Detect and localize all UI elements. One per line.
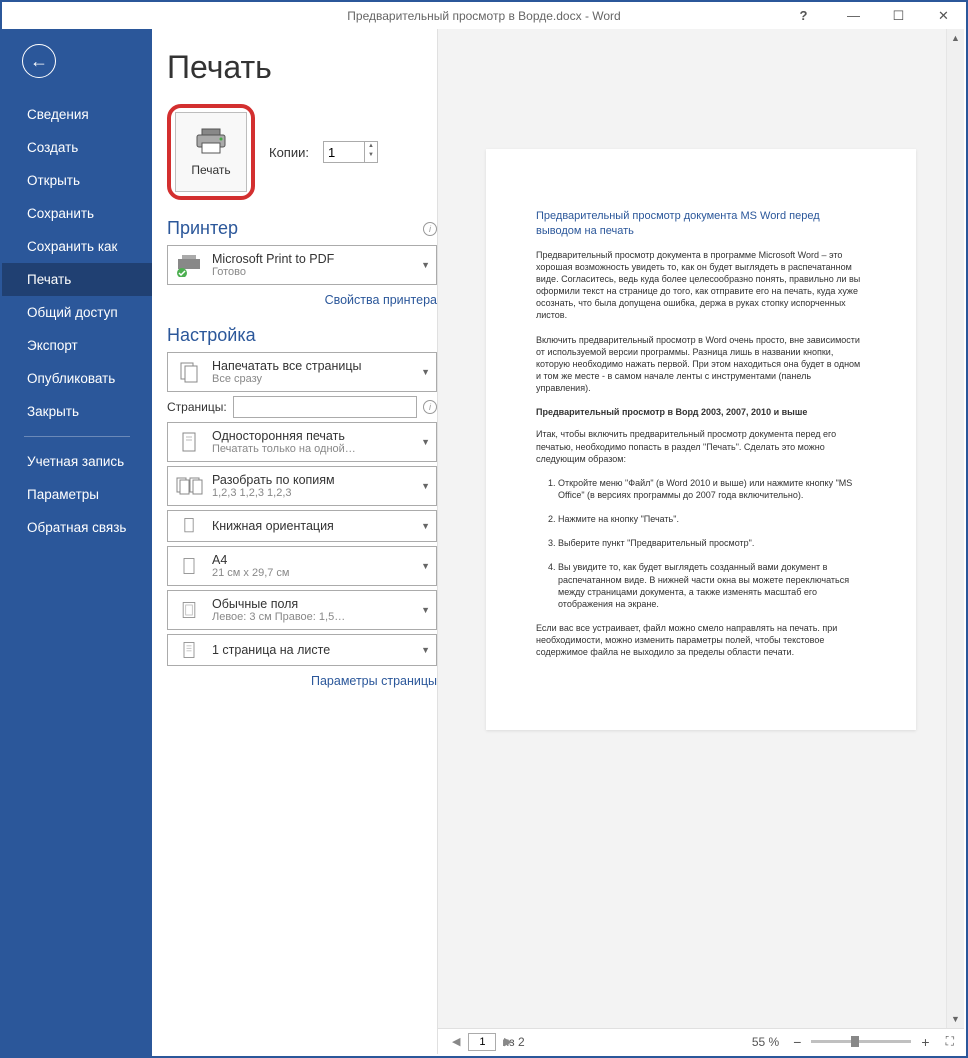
copies-label: Копии: (269, 145, 309, 160)
sidebar-item-save[interactable]: Сохранить (2, 197, 152, 230)
doc-list-item: Нажмите на кнопку "Печать". (558, 513, 866, 525)
back-button[interactable]: ← (22, 44, 56, 78)
info-icon[interactable]: i (423, 222, 437, 236)
back-arrow-icon: ← (30, 51, 48, 72)
help-icon[interactable]: ? (781, 2, 826, 29)
margins-icon (174, 595, 204, 625)
printer-properties-link[interactable]: Свойства принтера (167, 289, 437, 317)
chevron-down-icon: ▼ (415, 645, 430, 655)
printer-icon (193, 127, 229, 155)
one-sided-icon (174, 427, 204, 457)
chevron-down-icon: ▼ (415, 605, 430, 615)
print-settings-panel: Печать Печать Копии: (152, 29, 437, 1056)
sidebar-item-publish[interactable]: Опубликовать (2, 362, 152, 395)
doc-heading: Предварительный просмотр документа MS Wo… (536, 209, 866, 239)
titlebar: Предварительный просмотр в Ворде.docx - … (2, 2, 966, 29)
margins-selector[interactable]: Обычные поля Левое: 3 см Правое: 1,5… ▼ (167, 590, 437, 630)
doc-list-item: Вы увидите то, как будет выглядеть созда… (558, 561, 866, 610)
doc-list-item: Выберите пункт "Предварительный просмотр… (558, 537, 866, 549)
sidebar-item-close[interactable]: Закрыть (2, 395, 152, 428)
scroll-up-icon[interactable]: ▲ (947, 29, 964, 47)
print-button-label: Печать (191, 163, 230, 177)
chevron-down-icon: ▼ (415, 481, 430, 491)
doc-subheading: Предварительный просмотр в Ворд 2003, 20… (536, 406, 866, 418)
pages-icon (174, 357, 204, 387)
fit-to-page-icon[interactable]: ⛶ (946, 1034, 954, 1049)
paper-size-selector[interactable]: A4 21 см x 29,7 см ▼ (167, 546, 437, 586)
settings-section-header: Настройка (167, 325, 437, 346)
maximize-button[interactable]: ☐ (876, 2, 921, 29)
doc-paragraph: Итак, чтобы включить предварительный про… (536, 428, 866, 464)
doc-paragraph: Предварительный просмотр документа в про… (536, 249, 866, 322)
info-icon[interactable]: i (423, 400, 437, 414)
backstage-sidebar: ← Сведения Создать Открыть Сохранить Сох… (2, 29, 152, 1056)
printer-status: Готово (212, 266, 415, 278)
print-range-selector[interactable]: Напечатать все страницы Все сразу ▼ (167, 352, 437, 392)
pages-label: Страницы: (167, 400, 227, 414)
window-controls: ? — ☐ ✕ (781, 2, 966, 29)
doc-paragraph: Если вас все устраивает, файл можно смел… (536, 622, 866, 658)
doc-list-item: Откройте меню "Файл" (в Word 2010 и выше… (558, 477, 866, 501)
sidebar-item-options[interactable]: Параметры (2, 478, 152, 511)
sidebar-item-export[interactable]: Экспорт (2, 329, 152, 362)
portrait-icon (174, 511, 204, 541)
printer-section-header: Принтер i (167, 218, 437, 239)
next-page-button[interactable]: ▶ (500, 1035, 516, 1048)
sidebar-item-new[interactable]: Создать (2, 131, 152, 164)
document-preview-page: Предварительный просмотр документа MS Wo… (486, 149, 916, 730)
orientation-selector[interactable]: Книжная ориентация ▼ (167, 510, 437, 542)
chevron-down-icon: ▼ (415, 561, 430, 571)
preview-footer: ◀ из 2 ▶ 55 % − + ⛶ (438, 1028, 964, 1054)
sidebar-item-account[interactable]: Учетная запись (2, 445, 152, 478)
pages-input[interactable] (233, 396, 417, 418)
sidebar-item-info[interactable]: Сведения (2, 98, 152, 131)
collate-icon (174, 471, 204, 501)
sidebar-item-print[interactable]: Печать (2, 263, 152, 296)
sides-selector[interactable]: Односторонняя печать Печатать только на … (167, 422, 437, 462)
page-per-sheet-icon (174, 635, 204, 665)
doc-paragraph: Включить предварительный просмотр в Word… (536, 334, 866, 395)
paper-icon (174, 551, 204, 581)
collate-selector[interactable]: Разобрать по копиям 1,2,3 1,2,3 1,2,3 ▼ (167, 466, 437, 506)
chevron-down-icon: ▼ (415, 521, 430, 531)
printer-name: Microsoft Print to PDF (212, 252, 415, 266)
print-preview-area: ▲ ▼ Предварительный просмотр документа M… (437, 29, 964, 1054)
sidebar-divider (24, 436, 130, 437)
sidebar-item-open[interactable]: Открыть (2, 164, 152, 197)
zoom-slider[interactable] (811, 1040, 911, 1043)
sidebar-item-feedback[interactable]: Обратная связь (2, 511, 152, 544)
page-title: Печать (167, 49, 437, 86)
window-title: Предварительный просмотр в Ворде.docx - … (347, 9, 620, 23)
sidebar-item-saveas[interactable]: Сохранить как (2, 230, 152, 263)
scroll-down-icon[interactable]: ▼ (947, 1010, 964, 1028)
zoom-percent: 55 % (752, 1035, 779, 1049)
printer-status-icon (174, 250, 204, 280)
printer-selector[interactable]: Microsoft Print to PDF Готово ▼ (167, 245, 437, 285)
close-button[interactable]: ✕ (921, 2, 966, 29)
print-button-highlight: Печать (167, 104, 255, 200)
prev-page-button[interactable]: ◀ (448, 1035, 464, 1048)
minimize-button[interactable]: — (831, 2, 876, 29)
copies-up-icon[interactable]: ▲ (365, 142, 377, 151)
chevron-down-icon: ▼ (415, 437, 430, 447)
page-number-input[interactable] (468, 1033, 496, 1051)
vertical-scrollbar[interactable]: ▲ ▼ (946, 29, 964, 1028)
zoom-out-button[interactable]: − (787, 1034, 807, 1050)
chevron-down-icon: ▼ (415, 260, 430, 270)
pages-per-sheet-selector[interactable]: 1 страница на листе ▼ (167, 634, 437, 666)
page-setup-link[interactable]: Параметры страницы (167, 670, 437, 698)
chevron-down-icon: ▼ (415, 367, 430, 377)
zoom-in-button[interactable]: + (915, 1034, 935, 1050)
copies-input[interactable] (324, 142, 364, 162)
sidebar-item-share[interactable]: Общий доступ (2, 296, 152, 329)
copies-stepper[interactable]: ▲ ▼ (323, 141, 378, 163)
print-button[interactable]: Печать (175, 112, 247, 192)
copies-down-icon[interactable]: ▼ (365, 151, 377, 160)
